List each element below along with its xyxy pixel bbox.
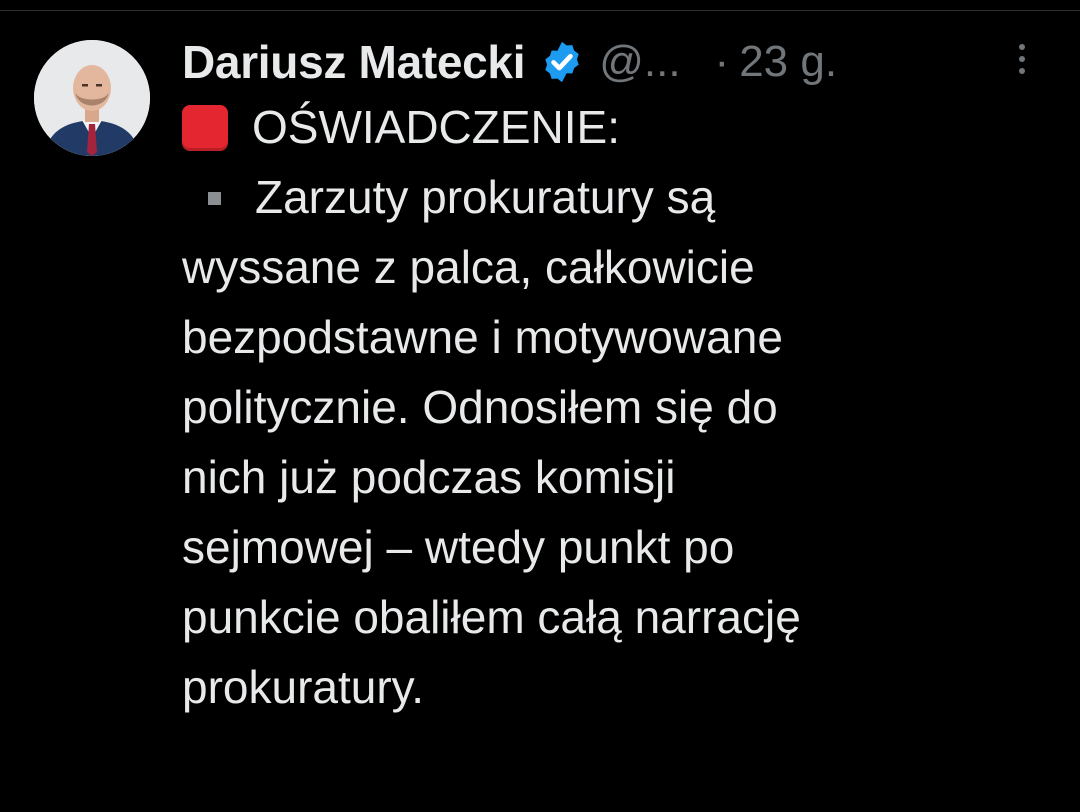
avatar-photo xyxy=(34,40,150,156)
tweet-header: Dariusz Matecki @... · 23 g. xyxy=(182,30,1052,94)
tweet-line: prokuratury. xyxy=(182,661,425,713)
tweet-heading: OŚWIADCZENIE: xyxy=(252,101,621,153)
more-options-icon[interactable] xyxy=(1015,44,1029,84)
avatar[interactable] xyxy=(34,40,150,156)
tweet-card[interactable]: Dariusz Matecki @... · 23 g. OŚWIADCZENI… xyxy=(0,0,1080,812)
tweet-line: nich już podczas komisji xyxy=(182,451,676,503)
tweet-line: Zarzuty prokuratury są xyxy=(182,162,1042,232)
separator-dot: · xyxy=(714,37,730,86)
author-name[interactable]: Dariusz Matecki xyxy=(182,35,526,89)
tweet-heading-line: OŚWIADCZENIE: xyxy=(182,92,1042,162)
red-square-emoji xyxy=(182,105,228,151)
tweet-timestamp[interactable]: 23 g. xyxy=(739,37,837,87)
tweet-line: sejmowej – wtedy punkt po xyxy=(182,521,735,573)
small-square-bullet-icon xyxy=(208,192,221,205)
tweet-line: punkcie obaliłem całą narrację xyxy=(182,591,801,643)
author-handle[interactable]: @... xyxy=(599,37,680,87)
verified-badge-icon xyxy=(539,39,585,85)
tweet-line: politycznie. Odnosiłem się do xyxy=(182,381,778,433)
tweet-line: wyssane z palca, całkowicie xyxy=(182,241,755,293)
tweet-text: OŚWIADCZENIE: Zarzuty prokuratury są wys… xyxy=(182,92,1042,722)
tweet-line: bezpodstawne i motywowane xyxy=(182,311,783,363)
tweet-line-text: Zarzuty prokuratury są xyxy=(255,171,716,223)
